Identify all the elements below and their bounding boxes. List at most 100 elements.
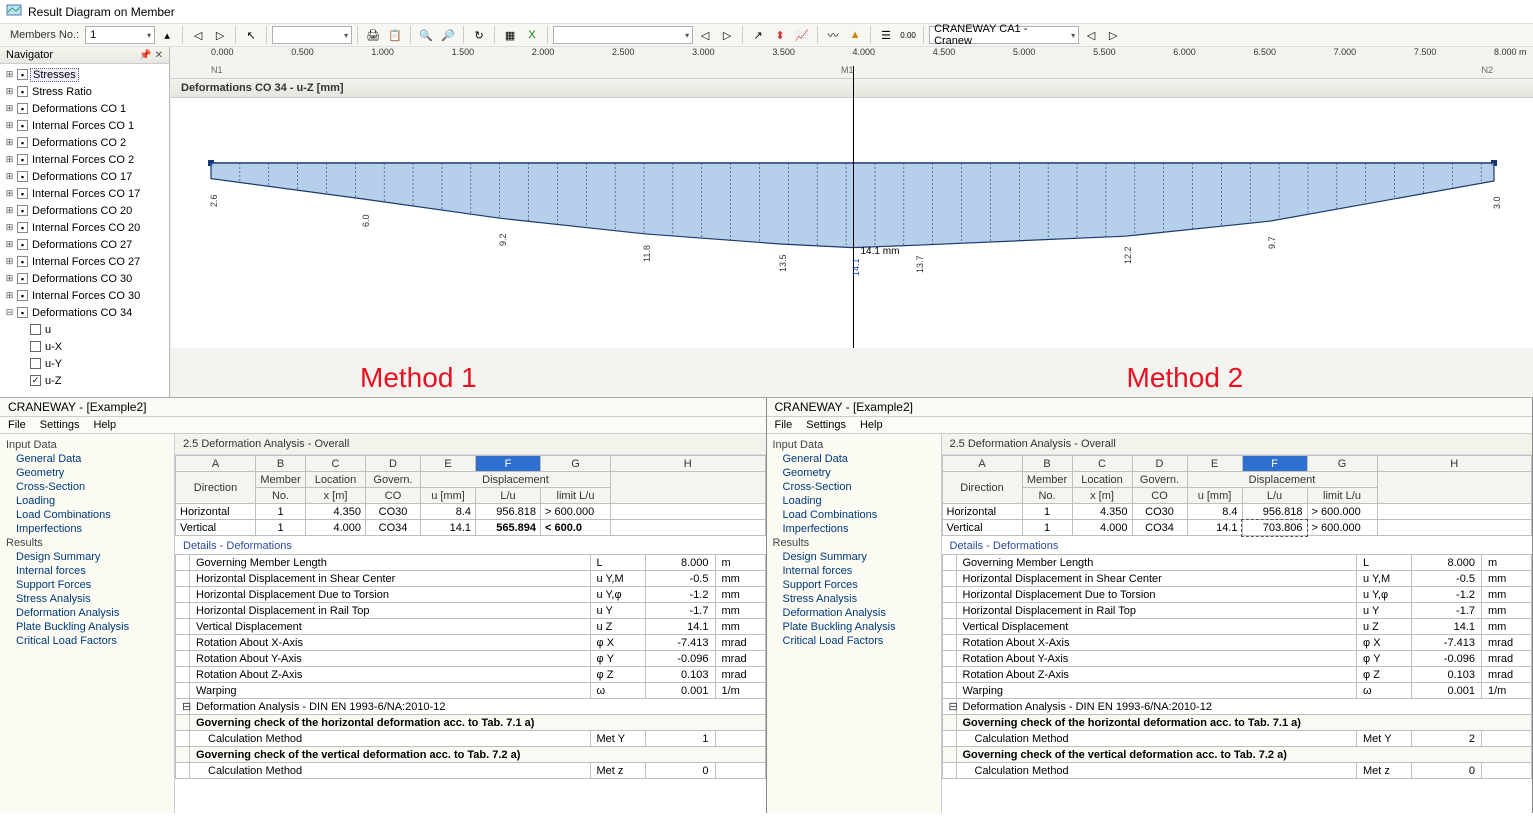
tree-item[interactable]: Critical Load Factors — [6, 634, 168, 648]
tree-item[interactable]: Plate Buckling Analysis — [773, 620, 935, 634]
members-dropdown[interactable]: 1 — [85, 26, 155, 44]
tree-child[interactable]: u-Y — [2, 355, 167, 372]
plot-value-label: 13.7 — [915, 256, 925, 274]
zoom-in-icon[interactable]: 🔍 — [416, 25, 436, 45]
app-title: CRANEWAY - [Example2] — [0, 398, 766, 417]
pin-icon[interactable]: 📌 ✕ — [139, 50, 163, 61]
diagram-pane: N1 M1 N2 0.0000.5001.0001.5002.0002.5003… — [170, 47, 1533, 397]
list-icon[interactable]: ☰ — [876, 25, 896, 45]
tree-item[interactable]: Plate Buckling Analysis — [6, 620, 168, 634]
marker-icon[interactable]: ▲ — [845, 25, 865, 45]
print-icon[interactable]: 🖨 — [363, 25, 383, 45]
tree-item[interactable]: ⊞▪Deformations CO 2 — [2, 134, 167, 151]
refresh-icon[interactable]: ↻ — [469, 25, 489, 45]
tree-item[interactable]: Geometry — [773, 466, 935, 480]
tree-item[interactable]: Internal forces — [6, 564, 168, 578]
details-table[interactable]: Governing Member LengthL8.000mHorizontal… — [942, 554, 1533, 779]
side-tree: Input Data General DataGeometryCross-Sec… — [0, 434, 175, 813]
tree-item[interactable]: Load Combinations — [6, 508, 168, 522]
tree-child[interactable]: u — [2, 321, 167, 338]
empty-dropdown-2[interactable] — [553, 26, 693, 44]
tree-item[interactable]: ⊞▪Deformations CO 1 — [2, 100, 167, 117]
tree-item[interactable]: Imperfections — [6, 522, 168, 536]
tree-item[interactable]: ⊞▪Internal Forces CO 17 — [2, 185, 167, 202]
analysis-dropdown[interactable]: CRANEWAY CA1 - Cranew — [929, 26, 1079, 44]
tree-item[interactable]: Imperfections — [773, 522, 935, 536]
menu-item[interactable]: Settings — [806, 419, 846, 431]
tree-item[interactable]: ⊞▪Stress Ratio — [2, 83, 167, 100]
navigator-panel: Navigator 📌 ✕ ⊞▪Stresses⊞▪Stress Ratio⊞▪… — [0, 47, 170, 397]
main-toolbar: Members No.: 1 ▴ ◁ ▷ ↖ 🖨 📋 🔍 🔎 ↻ ▦ X ◁ ▷… — [0, 23, 1533, 47]
summary-table[interactable]: ABCDEFGH Direction MemberLocationGovern.… — [942, 455, 1533, 536]
tree-item[interactable]: Stress Analysis — [6, 592, 168, 606]
tree-item[interactable]: Deformation Analysis — [6, 606, 168, 620]
tree-item[interactable]: Design Summary — [6, 550, 168, 564]
cursor-line[interactable] — [853, 66, 854, 348]
tree-item[interactable]: Internal forces — [773, 564, 935, 578]
empty-dropdown-1[interactable] — [272, 26, 352, 44]
details-table[interactable]: Governing Member LengthL8.000mHorizontal… — [175, 554, 766, 779]
navigator-tree[interactable]: ⊞▪Stresses⊞▪Stress Ratio⊞▪Deformations C… — [0, 64, 169, 397]
tree-item[interactable]: ⊞▪Deformations CO 17 — [2, 168, 167, 185]
menu-item[interactable]: File — [775, 419, 793, 431]
tree-item[interactable]: Cross-Section — [6, 480, 168, 494]
spinner-up-button[interactable]: ▴ — [157, 25, 177, 45]
content: 2.5 Deformation Analysis - Overall ABCDE… — [175, 434, 766, 813]
diagram-plot[interactable]: 2.66.09.211.813.514.113.712.29.73.014.1 … — [171, 98, 1533, 348]
max-icon[interactable]: ⬍ — [770, 25, 790, 45]
prev-button[interactable]: ◁ — [188, 25, 208, 45]
plot-value-label: 9.7 — [1267, 237, 1277, 250]
tree-item[interactable]: Critical Load Factors — [773, 634, 935, 648]
tree-item[interactable]: ⊞▪Internal Forces CO 1 — [2, 117, 167, 134]
tree-item[interactable]: Deformation Analysis — [773, 606, 935, 620]
tree-item[interactable]: ⊞▪Internal Forces CO 30 — [2, 287, 167, 304]
menu-item[interactable]: Help — [93, 419, 116, 431]
prev2-button[interactable]: ◁ — [695, 25, 715, 45]
tree-item[interactable]: ⊞▪Internal Forces CO 2 — [2, 151, 167, 168]
tree-item[interactable]: Stress Analysis — [773, 592, 935, 606]
tree-child[interactable]: ✓u-Z — [2, 372, 167, 389]
tree-item[interactable]: ⊞▪Deformations CO 27 — [2, 236, 167, 253]
value-icon[interactable]: 0.00 — [898, 25, 918, 45]
excel-icon[interactable]: X — [522, 25, 542, 45]
ruler-tick: 6.500 — [1253, 47, 1276, 57]
menu-item[interactable]: File — [8, 419, 26, 431]
results-header: Results — [6, 536, 168, 550]
app-icon — [6, 2, 22, 21]
chart-icon[interactable]: 📈 — [792, 25, 812, 45]
tree-item[interactable]: Design Summary — [773, 550, 935, 564]
tree-item[interactable]: ⊞▪Internal Forces CO 27 — [2, 253, 167, 270]
ruler-tick: 7.500 — [1414, 47, 1437, 57]
tree-item[interactable]: ⊞▪Internal Forces CO 20 — [2, 219, 167, 236]
tree-item[interactable]: Load Combinations — [773, 508, 935, 522]
next3-button[interactable]: ▷ — [1103, 25, 1123, 45]
tree-item[interactable]: General Data — [773, 452, 935, 466]
tree-item[interactable]: Support Forces — [6, 578, 168, 592]
pick-icon[interactable]: ↖ — [241, 25, 261, 45]
tree-item[interactable]: Loading — [773, 494, 935, 508]
zoom-out-icon[interactable]: 🔎 — [438, 25, 458, 45]
next-button[interactable]: ▷ — [210, 25, 230, 45]
next2-button[interactable]: ▷ — [717, 25, 737, 45]
clipboard-icon[interactable]: 📋 — [385, 25, 405, 45]
tree-item[interactable]: ⊞▪Deformations CO 20 — [2, 202, 167, 219]
tree-child[interactable]: u-X — [2, 338, 167, 355]
tree-item[interactable]: ⊟▪Deformations CO 34 — [2, 304, 167, 321]
menu-item[interactable]: Help — [860, 419, 883, 431]
prev3-button[interactable]: ◁ — [1081, 25, 1101, 45]
menu-item[interactable]: Settings — [40, 419, 80, 431]
method-2-panel: Method 2 CRANEWAY - [Example2] FileSetti… — [767, 398, 1533, 813]
tree-item[interactable]: Support Forces — [773, 578, 935, 592]
arrow-icon[interactable]: ↗ — [748, 25, 768, 45]
tree-item[interactable]: Cross-Section — [773, 480, 935, 494]
tree-item[interactable]: Geometry — [6, 466, 168, 480]
tree-item[interactable]: Loading — [6, 494, 168, 508]
table-icon[interactable]: ▦ — [500, 25, 520, 45]
tree-item[interactable]: ⊞▪Deformations CO 30 — [2, 270, 167, 287]
summary-table[interactable]: ABCDEFGH Direction MemberLocationGovern.… — [175, 455, 766, 536]
tree-item[interactable]: ⊞▪Stresses — [2, 66, 167, 83]
ruler-tick: 7.000 — [1334, 47, 1357, 57]
titlebar: Result Diagram on Member — [0, 0, 1533, 23]
tree-item[interactable]: General Data — [6, 452, 168, 466]
smooth-icon[interactable]: 〰 — [823, 25, 843, 45]
